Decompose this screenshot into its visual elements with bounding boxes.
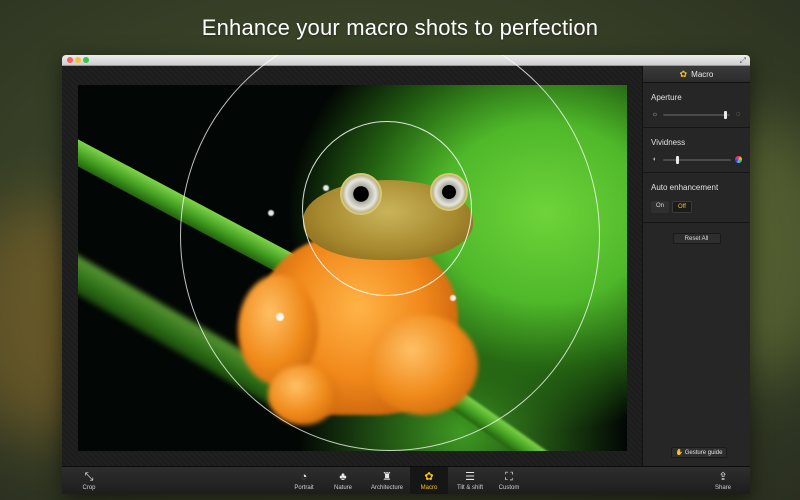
- custom-label: Custom: [498, 485, 520, 491]
- frog-eye: [340, 173, 382, 215]
- nature-tool[interactable]: ♣ Nature: [324, 467, 362, 494]
- panel-header: ✿ Macro: [643, 66, 750, 83]
- color-wheel-icon: [735, 156, 742, 163]
- vividness-slider[interactable]: [663, 155, 731, 164]
- close-window-button[interactable]: [67, 57, 73, 63]
- marketing-headline: Enhance your macro shots to perfection: [201, 15, 599, 40]
- aperture-section: Aperture ☼ ◌: [643, 83, 750, 128]
- aperture-open-icon: ◌: [735, 111, 741, 118]
- photo-preview[interactable]: [78, 85, 627, 451]
- architecture-label: Architecture: [370, 485, 403, 491]
- auto-enhancement-label: Auto enhancement: [651, 183, 719, 192]
- toggle-off-option[interactable]: Off: [672, 201, 692, 213]
- auto-enhancement-section: Auto enhancement On Off: [643, 173, 750, 223]
- vividness-section: Vividness ◐: [643, 128, 750, 173]
- minimize-window-button[interactable]: [75, 57, 81, 63]
- architecture-tool[interactable]: ♜ Architecture: [366, 467, 408, 494]
- statue-icon: ♜: [382, 471, 392, 483]
- highlight-sparkle: [276, 313, 284, 321]
- adjustment-panel: ✿ Macro Aperture ☼ ◌ Vividness ◐ Auto en…: [642, 66, 750, 466]
- title-bar: ⤢: [62, 55, 750, 66]
- tilt-shift-tool[interactable]: ☰ Tilt & shift: [450, 467, 490, 494]
- portrait-label: Portrait: [294, 485, 314, 491]
- highlight-sparkle: [450, 295, 456, 301]
- gesture-guide-button[interactable]: ✋ Gesture guide: [671, 447, 727, 458]
- hand-icon: ✋: [675, 450, 684, 456]
- macro-label: Macro: [420, 485, 438, 491]
- photo-canvas-area: [62, 55, 642, 466]
- crop-label: Crop: [82, 485, 96, 491]
- tilt-shift-label: Tilt & shift: [456, 485, 484, 491]
- crop-tool[interactable]: ⤡ Crop: [70, 467, 108, 494]
- nature-label: Nature: [333, 485, 352, 491]
- bottom-toolbar: ⤡ Crop ◔ Portrait ♣ Nature ♜ Architectur…: [62, 466, 750, 494]
- reset-all-button[interactable]: Reset All: [672, 233, 721, 244]
- custom-tool[interactable]: ⛶ Custom: [490, 467, 528, 494]
- panel-title: Macro: [691, 69, 714, 79]
- tree-icon: ♣: [339, 471, 347, 483]
- crop-icon: ⤡: [84, 471, 94, 483]
- aperture-label: Aperture: [651, 93, 682, 102]
- auto-enhancement-toggle[interactable]: On Off: [651, 201, 742, 213]
- frog-leg: [268, 365, 338, 425]
- fullscreen-icon[interactable]: ⤢: [740, 56, 746, 66]
- gesture-guide-label: Gesture guide: [684, 450, 723, 456]
- zoom-window-button[interactable]: [83, 57, 89, 63]
- portrait-tool[interactable]: ◔ Portrait: [285, 467, 323, 494]
- portrait-icon: ◔: [300, 471, 308, 483]
- frog-eye: [430, 173, 468, 211]
- custom-frame-icon: ⛶: [505, 471, 513, 483]
- share-icon: ⇪: [718, 471, 728, 483]
- aperture-slider[interactable]: [663, 110, 730, 119]
- app-window: ⤢ ✿ Macro Aperture ☼ ◌ Vividness ◐ Auto …: [62, 55, 750, 494]
- macro-tool[interactable]: ✿ Macro: [410, 467, 448, 494]
- highlight-sparkle: [268, 210, 274, 216]
- vividness-slider-thumb[interactable]: [675, 155, 679, 164]
- half-circle-icon: ◐: [652, 156, 658, 163]
- highlight-sparkle: [323, 185, 329, 191]
- vividness-label: Vividness: [651, 138, 686, 147]
- share-tool[interactable]: ⇪ Share: [704, 467, 742, 494]
- tilt-shift-icon: ☰: [465, 471, 475, 483]
- flower-icon: ✿: [424, 471, 434, 483]
- frog-leg: [368, 315, 478, 415]
- aperture-closed-icon: ☼: [651, 111, 659, 118]
- toggle-on-option[interactable]: On: [651, 201, 670, 213]
- aperture-slider-thumb[interactable]: [724, 110, 728, 119]
- flower-icon: ✿: [679, 68, 688, 79]
- share-label: Share: [714, 485, 731, 491]
